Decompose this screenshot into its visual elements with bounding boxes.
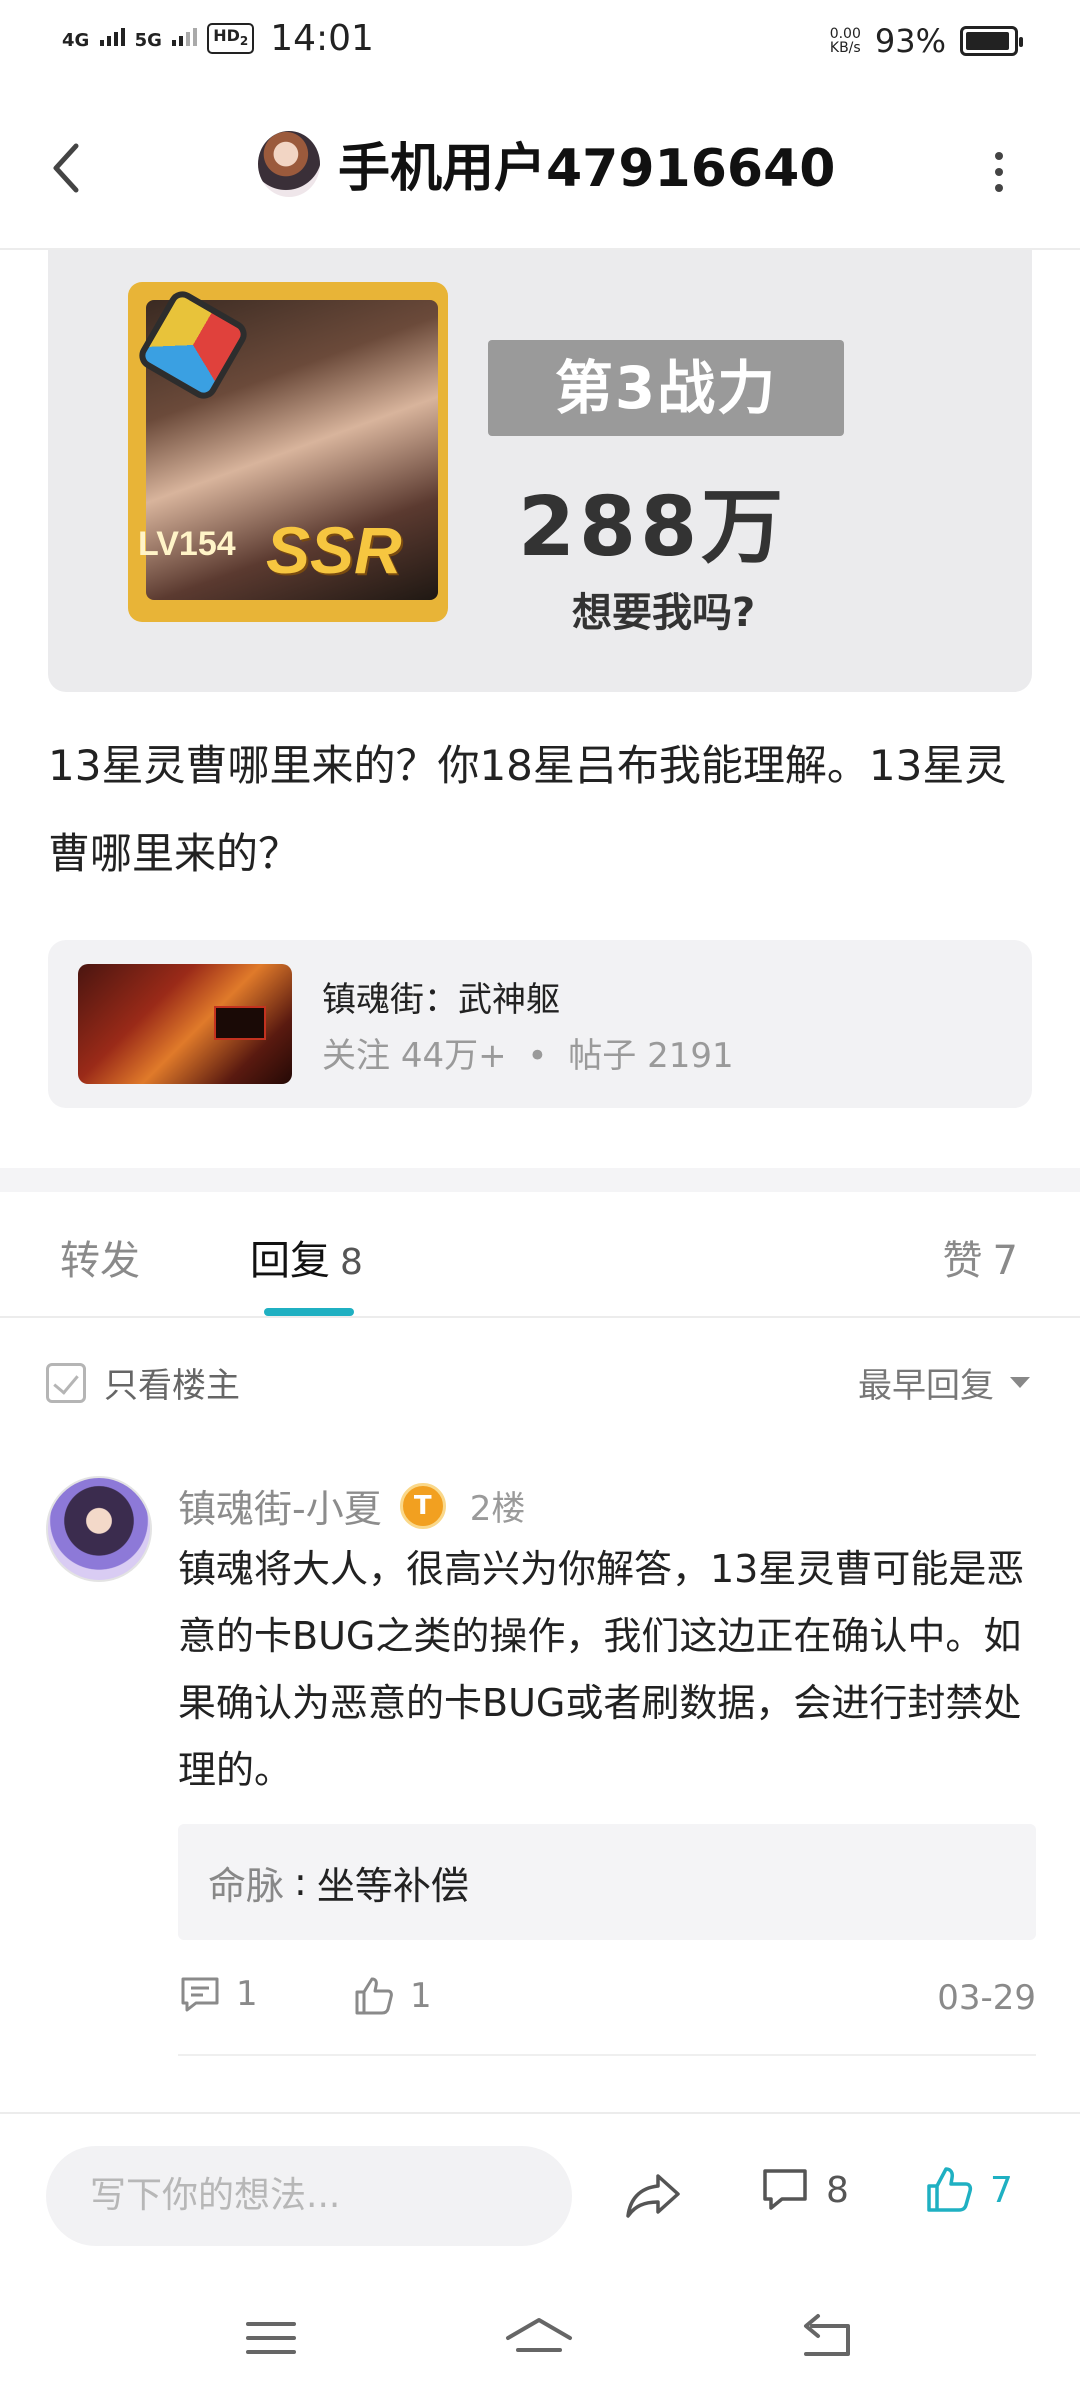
battery-fill [966, 32, 1009, 50]
comment-header: 镇魂街-小夏 T 2楼 [178, 1478, 525, 1533]
follow-label: 关注 [322, 1036, 390, 1076]
nav-menu-button[interactable] [236, 2308, 306, 2368]
posts-count: 2191 [647, 1036, 734, 1076]
filter-row: 只看楼主 最早回复 [0, 1318, 1080, 1438]
share-button[interactable] [624, 2170, 682, 2222]
bottom-action-bar: 写下你的想法... 8 7 [0, 2112, 1080, 2276]
tagline: 想要我吗? [572, 590, 756, 636]
menu-icon [246, 2322, 296, 2354]
page-title: 手机用户47916640 [338, 139, 836, 199]
floor-number: 2楼 [469, 1489, 526, 1529]
more-vertical-icon [995, 152, 1003, 160]
post-body: 13星灵曹哪里来的？你18星吕布我能理解。13星灵曹哪里来的？ [48, 741, 1007, 878]
sub-reply-separator: : [294, 1860, 307, 1904]
tab-forward[interactable]: 转发 [60, 1228, 140, 1286]
only-owner-toggle[interactable]: 只看楼主 [46, 1358, 240, 1407]
comment-reply-button[interactable]: 1 [178, 1974, 258, 2014]
hd-sub: 2 [239, 34, 249, 49]
sub-reply-text: 坐等补偿 [316, 1863, 469, 1908]
forum-thumbnail [78, 964, 292, 1084]
comment-divider [178, 2054, 1036, 2056]
forum-stats: 关注 44万+ • 帖子 2191 [322, 1028, 734, 1077]
forum-card[interactable]: 镇魂街：武神躯 关注 44万+ • 帖子 2191 [48, 940, 1032, 1108]
nav-home-button[interactable] [504, 2308, 574, 2368]
commenter-name[interactable]: 镇魂街-小夏 [178, 1478, 382, 1533]
speed-unit: KB/s [829, 40, 861, 56]
tab-reply[interactable]: 回复 8 [250, 1228, 363, 1286]
like-button[interactable]: 7 [924, 2164, 1013, 2216]
post-image[interactable]: LV154 SSR 第3战力 288万 想要我吗? [48, 250, 1032, 692]
section-divider [0, 1168, 1080, 1192]
comment-icon [763, 2169, 807, 2210]
share-icon [626, 2174, 680, 2218]
sort-label: 最早回复 [858, 1366, 994, 1406]
back-icon [804, 2314, 850, 2356]
card-rarity: SSR [266, 513, 402, 587]
signal-5g: 5G [134, 27, 198, 51]
comment-body[interactable]: 镇魂将大人，很高兴为你解答，13星灵曹可能是恶意的卡BUG之类的操作，我们这边正… [178, 1536, 1038, 1804]
more-button[interactable] [994, 152, 1004, 192]
comment-input[interactable]: 写下你的想法... [46, 2146, 572, 2246]
status-bar: 4G 5G HD2 14:01 0.00 KB/s 93% [0, 0, 1080, 84]
checkbox-icon[interactable] [46, 1362, 86, 1403]
sub-reply-author[interactable]: 命脉 [208, 1855, 284, 1910]
top-app-bar: 手机用户47916640 [0, 84, 1080, 250]
avatar[interactable] [258, 130, 320, 197]
comment-icon [181, 1977, 219, 2012]
thumbs-up-icon [927, 2167, 973, 2212]
thumbs-up-icon [355, 1977, 393, 2015]
follow-count: 44万+ [400, 1036, 507, 1076]
tab-reply-label: 回复 [250, 1238, 330, 1284]
forum-logo-icon [214, 1006, 266, 1040]
comments-button[interactable]: 8 [760, 2166, 849, 2214]
back-button[interactable] [44, 138, 90, 198]
only-owner-label: 只看楼主 [104, 1366, 240, 1406]
comment-actions: 1 1 03-29 [178, 1974, 1036, 2034]
signal-bars-icon [99, 27, 125, 46]
sort-dropdown[interactable]: 最早回复 [858, 1358, 1030, 1407]
tab-bar: 转发 回复 8 赞7 [0, 1192, 1080, 1318]
tab-like[interactable]: 赞7 [943, 1228, 1018, 1286]
commenter-avatar[interactable] [46, 1476, 152, 1582]
like-count: 7 [990, 2169, 1013, 2211]
sub-reply[interactable]: 命脉 : 坐等补偿 [178, 1824, 1036, 1940]
tab-like-count: 7 [992, 1238, 1018, 1284]
comments-count: 8 [826, 2169, 849, 2211]
speed-value: 0.00 [829, 26, 861, 42]
system-nav-bar [0, 2276, 1080, 2400]
forum-name: 镇魂街：武神躯 [322, 980, 560, 1020]
net-type-2: 5G [134, 29, 162, 51]
comment-like-count: 1 [410, 1976, 432, 2016]
posts-label: 帖子 [568, 1036, 637, 1076]
hd-label: HD [213, 25, 240, 45]
stats-bullet: • [527, 1036, 548, 1076]
tab-reply-count: 8 [340, 1242, 363, 1283]
comment-item: 镇魂街-小夏 T 2楼 镇魂将大人，很高兴为你解答，13星灵曹可能是恶意的卡BU… [0, 1438, 1080, 2058]
tab-indicator [264, 1308, 354, 1316]
home-icon [506, 2318, 572, 2352]
caret-down-icon [1010, 1377, 1030, 1388]
nav-back-button[interactable] [792, 2308, 862, 2368]
status-right: 0.00 KB/s 93% [830, 22, 1023, 60]
comment-like-button[interactable]: 1 [352, 1974, 432, 2018]
clock: 14:01 [270, 18, 374, 59]
card-level: LV154 [138, 525, 236, 563]
official-badge-icon: T [399, 1482, 446, 1529]
signal-4g: 4G [62, 27, 125, 51]
signal-bars-icon [172, 27, 198, 46]
header-title-group[interactable]: 手机用户47916640 [258, 126, 835, 201]
chevron-left-icon [53, 143, 79, 193]
hero-card: LV154 SSR [128, 282, 448, 622]
net-type-1: 4G [62, 29, 90, 51]
battery-percent: 93% [874, 22, 946, 60]
rank-label: 第3战力 [488, 340, 844, 436]
power-value: 288万 [518, 480, 788, 575]
tab-like-label: 赞 [942, 1238, 983, 1284]
comment-reply-count: 1 [236, 1974, 258, 2014]
comment-date: 03-29 [937, 1978, 1036, 2018]
status-left: 4G 5G HD2 14:01 [62, 18, 374, 59]
hd-voice-icon: HD2 [207, 22, 255, 55]
battery-icon [960, 26, 1023, 56]
network-speed: 0.00 KB/s [830, 27, 861, 55]
